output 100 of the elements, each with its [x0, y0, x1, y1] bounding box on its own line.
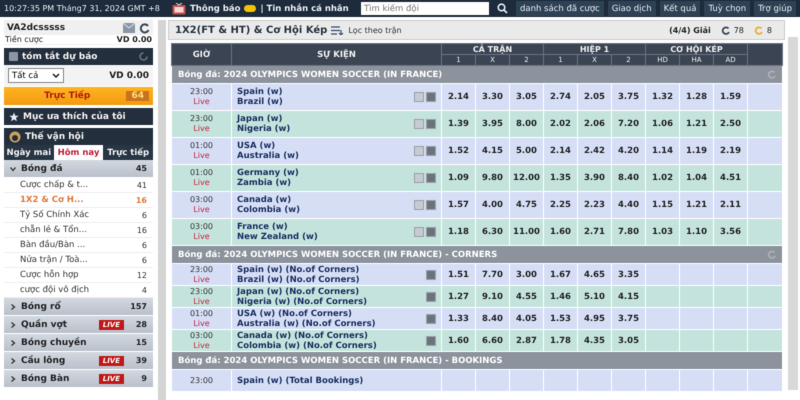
odds-cell[interactable]: 2.23: [578, 192, 612, 218]
odds-cell[interactable]: 1.52: [442, 138, 476, 164]
tab[interactable]: Trực tiếp: [103, 145, 154, 160]
odds-cell[interactable]: 2.25: [544, 192, 578, 218]
odds-cell[interactable]: 9.10: [476, 286, 510, 308]
filter-link[interactable]: Lọc theo trận: [348, 26, 402, 34]
odds-cell[interactable]: 2.42: [578, 138, 612, 164]
odds-cell[interactable]: 4.35: [578, 330, 612, 352]
odds-cell[interactable]: 2.05: [578, 84, 612, 110]
odds-cell[interactable]: 2.02: [544, 110, 578, 138]
notices-link[interactable]: Thông báo: [190, 4, 240, 14]
odds-cell[interactable]: 1.21: [680, 110, 714, 138]
odds-cell[interactable]: 2.14: [544, 138, 578, 164]
scrollbar[interactable]: [158, 20, 166, 400]
odds-cell[interactable]: 2.71: [578, 218, 612, 246]
odds-cell[interactable]: 1.14: [646, 138, 680, 164]
odds-cell[interactable]: 1.33: [442, 308, 476, 330]
odds-cell[interactable]: 2.06: [578, 110, 612, 138]
odds-cell[interactable]: 2.74: [544, 84, 578, 110]
odds-cell[interactable]: 5.00: [510, 138, 544, 164]
market-item[interactable]: Cược chấp & t... 41: [4, 178, 153, 193]
odds-cell[interactable]: 1.03: [646, 218, 680, 246]
odds-cell[interactable]: 2.14: [442, 84, 476, 110]
odds-cell[interactable]: 4.40: [612, 192, 646, 218]
nav-button[interactable]: Giao dịch: [608, 1, 656, 16]
odds-cell[interactable]: 1.59: [714, 84, 748, 110]
odds-cell[interactable]: 2.11: [714, 192, 748, 218]
odds-cell[interactable]: 4.05: [510, 308, 544, 330]
odds-cell[interactable]: 1.32: [646, 84, 680, 110]
odds-cell[interactable]: 4.65: [578, 264, 612, 286]
market-item[interactable]: Tỷ Số Chính Xác 6: [4, 208, 153, 223]
summary-header[interactable]: tóm tắt dự báo: [4, 48, 153, 65]
odds-cell[interactable]: 3.56: [714, 218, 748, 246]
odds-cell[interactable]: 1.53: [544, 308, 578, 330]
odds-cell[interactable]: 4.20: [612, 138, 646, 164]
odds-cell[interactable]: 1.06: [646, 110, 680, 138]
favorites-header[interactable]: Mục ưa thích của tôi: [4, 108, 153, 125]
nav-button[interactable]: Kết quả: [660, 1, 700, 16]
odds-cell[interactable]: 7.80: [612, 218, 646, 246]
odds-cell[interactable]: 12.00: [510, 164, 544, 192]
odds-cell[interactable]: 6.60: [476, 330, 510, 352]
odds-cell[interactable]: 4.15: [476, 138, 510, 164]
market-item[interactable]: chẵn lẻ & Tổn... 16: [4, 223, 153, 238]
market-item[interactable]: Cược hỗn hợp 12: [4, 268, 153, 283]
odds-cell[interactable]: 4.95: [578, 308, 612, 330]
odds-cell[interactable]: 1.19: [680, 138, 714, 164]
odds-cell[interactable]: 2.87: [510, 330, 544, 352]
odds-cell[interactable]: 4.15: [612, 286, 646, 308]
market-item[interactable]: Nửa trận / Toà... 6: [4, 253, 153, 268]
live-button[interactable]: Trực Tiếp 64: [4, 87, 153, 105]
market-item[interactable]: Bàn đầu/Bàn ... 6: [4, 238, 153, 253]
tab[interactable]: Hôm nay: [54, 145, 104, 160]
odds-cell[interactable]: 3.05: [612, 330, 646, 352]
scrollbar[interactable]: [788, 37, 798, 390]
odds-cell[interactable]: 1.51: [442, 264, 476, 286]
odds-cell[interactable]: 4.00: [476, 192, 510, 218]
odds-cell[interactable]: 1.60: [544, 218, 578, 246]
event-header[interactable]: Thế vận hội: [4, 128, 153, 145]
odds-cell[interactable]: 3.75: [612, 308, 646, 330]
odds-cell[interactable]: 1.78: [544, 330, 578, 352]
odds-cell[interactable]: 6.30: [476, 218, 510, 246]
search-field[interactable]: Tìm kiếm đội: [360, 2, 489, 15]
odds-cell[interactable]: 2.50: [714, 110, 748, 138]
odds-cell[interactable]: 8.40: [476, 308, 510, 330]
tab[interactable]: Ngày mai: [4, 145, 54, 160]
odds-cell[interactable]: 4.51: [714, 164, 748, 192]
odds-cell[interactable]: 1.21: [680, 192, 714, 218]
odds-cell[interactable]: 3.30: [476, 84, 510, 110]
odds-cell[interactable]: 3.35: [612, 264, 646, 286]
refresh-icon[interactable]: [720, 26, 730, 34]
messages-link[interactable]: | Tin nhắn cá nhân: [260, 4, 349, 14]
odds-cell[interactable]: 8.00: [510, 110, 544, 138]
odds-cell[interactable]: 1.39: [442, 110, 476, 138]
odds-cell[interactable]: 1.02: [646, 164, 680, 192]
odds-cell[interactable]: 4.55: [510, 286, 544, 308]
odds-cell[interactable]: 1.46: [544, 286, 578, 308]
odds-cell[interactable]: 1.67: [544, 264, 578, 286]
odds-cell[interactable]: 3.75: [612, 84, 646, 110]
odds-cell[interactable]: 1.60: [442, 330, 476, 352]
refresh-icon[interactable]: [139, 22, 150, 34]
odds-cell[interactable]: 1.18: [442, 218, 476, 246]
odds-cell[interactable]: 3.05: [510, 84, 544, 110]
odds-cell[interactable]: 5.10: [578, 286, 612, 308]
sport-item[interactable]: Bóng chuyền 15: [4, 334, 153, 352]
odds-cell[interactable]: 1.35: [544, 164, 578, 192]
filter-dropdown[interactable]: Tất cả: [8, 68, 64, 83]
odds-cell[interactable]: 1.04: [680, 164, 714, 192]
odds-cell[interactable]: 7.70: [476, 264, 510, 286]
odds-cell[interactable]: 7.20: [612, 110, 646, 138]
odds-cell[interactable]: 4.75: [510, 192, 544, 218]
sport-item[interactable]: Bóng rổ 157: [4, 298, 153, 316]
mail-icon[interactable]: [123, 23, 135, 33]
odds-cell[interactable]: 1.09: [442, 164, 476, 192]
nav-button[interactable]: danh sách đã cược: [516, 1, 604, 16]
odds-cell[interactable]: 8.40: [612, 164, 646, 192]
odds-cell[interactable]: 1.27: [442, 286, 476, 308]
sport-item[interactable]: Bóng đá 45: [4, 160, 153, 178]
odds-cell[interactable]: 1.57: [442, 192, 476, 218]
nav-button[interactable]: Tuỳ chọn: [704, 1, 750, 16]
odds-cell[interactable]: 2.19: [714, 138, 748, 164]
